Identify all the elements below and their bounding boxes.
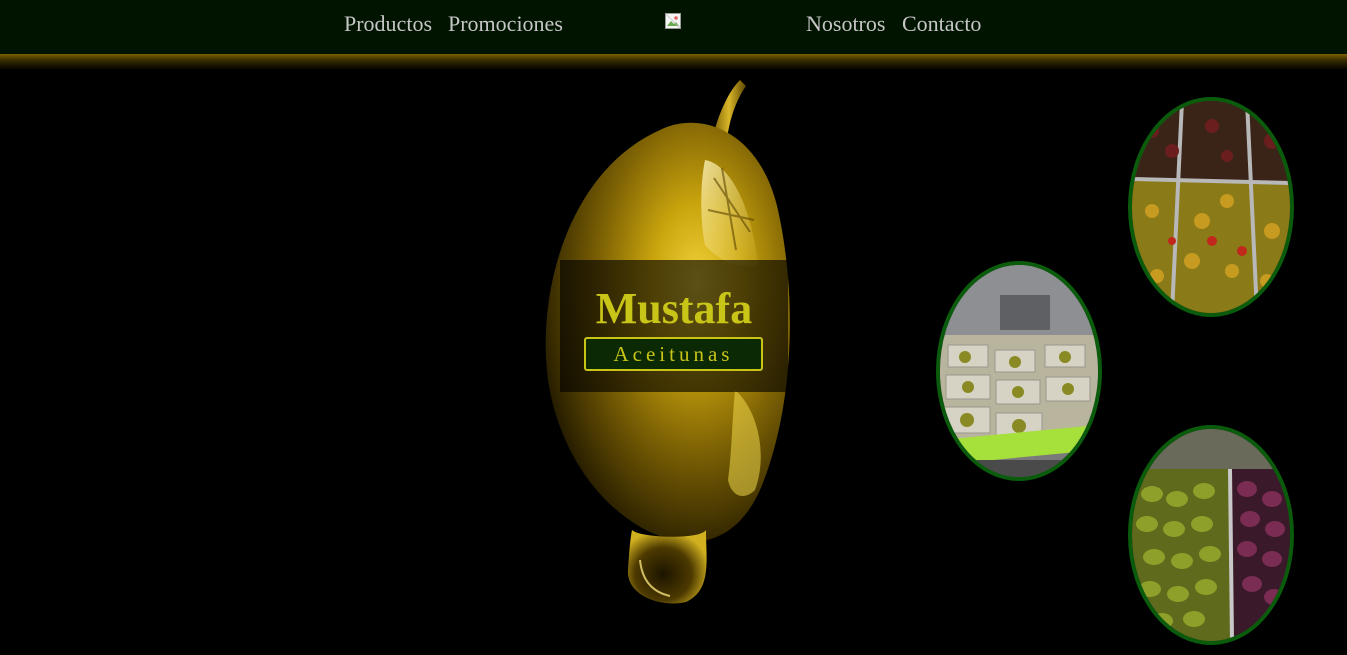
top-navigation-bar: Productos Promociones Nosotros Contacto xyxy=(0,0,1347,54)
nav-link-promociones[interactable]: Promociones xyxy=(448,10,563,38)
topbar-glow xyxy=(0,54,1347,70)
logo-link[interactable] xyxy=(665,13,681,29)
brand-title: Mustafa xyxy=(595,284,753,333)
green-and-purple-olives-photo xyxy=(1132,429,1290,641)
olive-trays-photo xyxy=(1132,101,1290,313)
brand-subtitle: Aceitunas xyxy=(584,337,763,371)
nav-link-nosotros[interactable]: Nosotros xyxy=(806,10,885,38)
gallery-image-market-counter[interactable] xyxy=(936,261,1102,481)
gallery-image-olive-trays[interactable] xyxy=(1128,97,1294,317)
nav-link-productos[interactable]: Productos xyxy=(344,10,432,38)
broken-image-icon xyxy=(665,13,681,29)
nav-link-contacto[interactable]: Contacto xyxy=(902,10,981,38)
page: Productos Promociones Nosotros Contacto xyxy=(0,0,1347,655)
gallery-image-green-purple-olives[interactable] xyxy=(1128,425,1294,645)
market-counter-photo xyxy=(940,265,1098,477)
